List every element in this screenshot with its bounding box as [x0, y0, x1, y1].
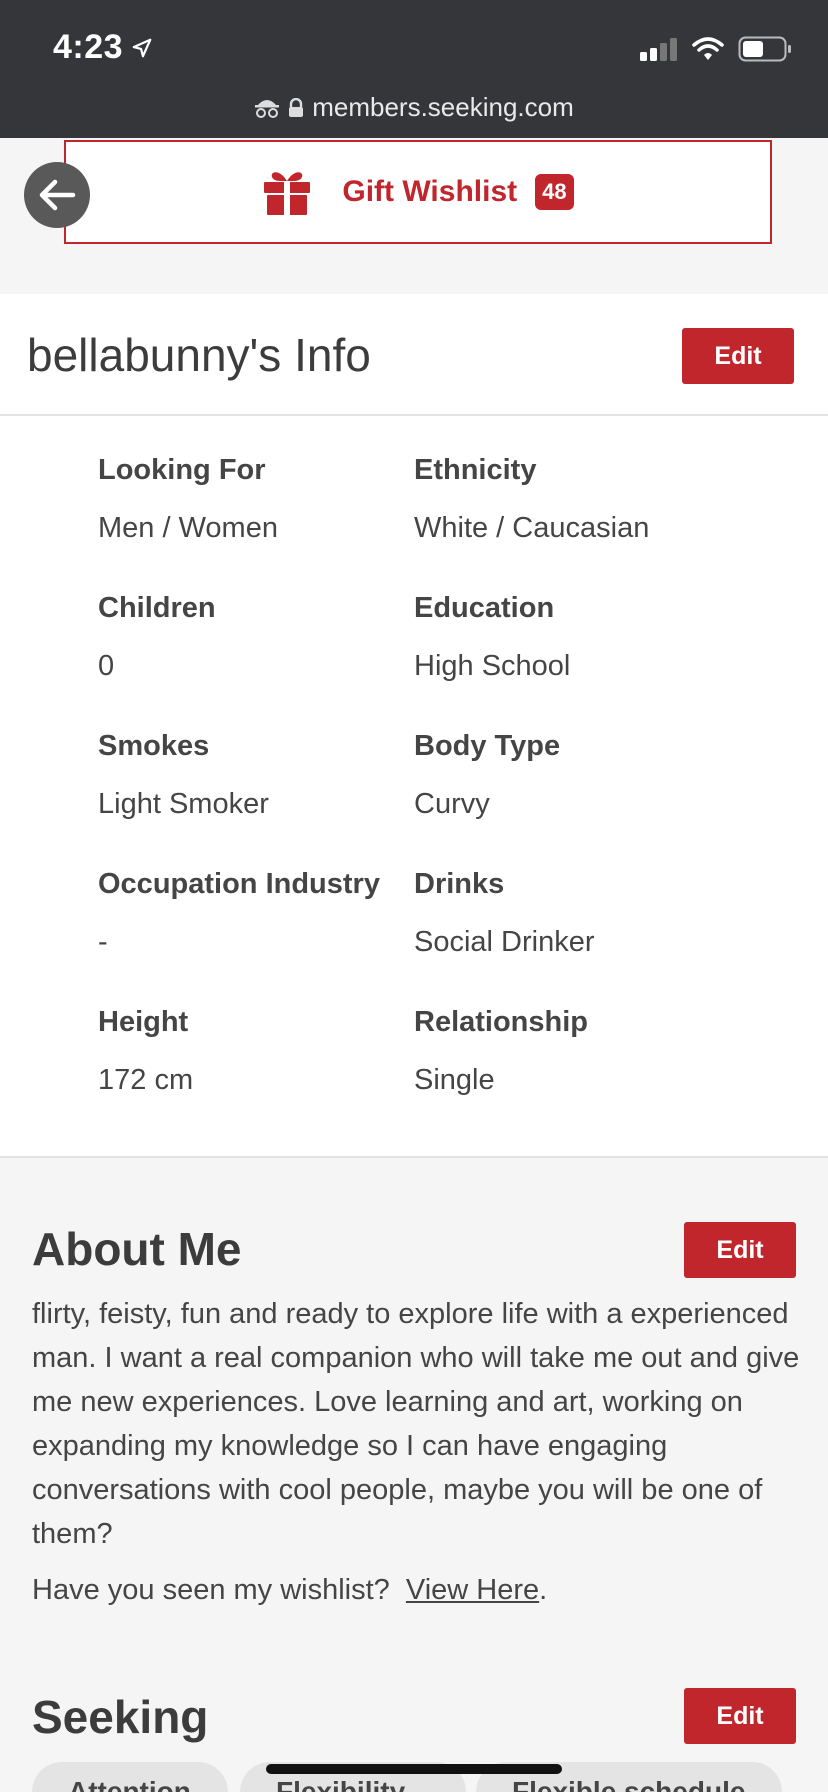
field-label: Smokes [98, 730, 210, 762]
field-looking-for: Looking For Men / Women [98, 452, 414, 590]
field-label: Ethnicity [414, 454, 537, 486]
about-me-text: flirty, feisty, fun and ready to explore… [32, 1298, 800, 1550]
field-value: Social Drinker [414, 926, 595, 958]
field-value: 0 [98, 650, 115, 682]
back-button[interactable] [24, 162, 90, 228]
field-label: Occupation Industry [98, 868, 380, 900]
url-bar[interactable]: members.seeking.com [0, 92, 828, 123]
edit-about-button[interactable]: Edit [684, 1222, 796, 1278]
status-time: 4:23 [53, 28, 153, 67]
field-value: Light Smoker [98, 788, 269, 820]
field-value: High School [414, 650, 571, 682]
wishlist-count-badge: 48 [535, 174, 574, 210]
field-value: 172 cm [98, 1064, 194, 1096]
battery-icon [738, 36, 791, 62]
field-value: Curvy [414, 788, 490, 820]
view-wishlist-link[interactable]: View Here [406, 1574, 539, 1606]
field-label: Looking For [98, 454, 266, 486]
seeking-chip[interactable]: Attention [32, 1762, 228, 1792]
gift-icon [264, 172, 311, 215]
gift-wishlist-button[interactable]: Gift Wishlist 48 [64, 140, 772, 244]
field-value: Men / Women [98, 512, 278, 544]
wishlist-suffix: . [539, 1574, 548, 1606]
browser-chrome: 4:23 members.seeking.com [0, 0, 828, 138]
field-relationship: Relationship Single [414, 1004, 798, 1142]
field-children: Children 0 [98, 590, 414, 728]
field-drinks: Drinks Social Drinker [414, 866, 798, 1004]
field-value: White / Caucasian [414, 512, 650, 544]
field-occupation-industry: Occupation Industry - [98, 866, 414, 1004]
private-browsing-icon [255, 99, 280, 118]
edit-seeking-button[interactable]: Edit [684, 1688, 796, 1744]
field-smokes: Smokes Light Smoker [98, 728, 414, 866]
field-education: Education High School [414, 590, 798, 728]
info-title: bellabunny's Info [27, 329, 371, 381]
field-label: Relationship [414, 1006, 589, 1038]
wifi-icon [692, 37, 724, 60]
field-ethnicity: Ethnicity White / Caucasian [414, 452, 798, 590]
clock-text: 4:23 [53, 28, 124, 66]
wishlist-prompt-line: Have you seen my wishlist? View Here. [32, 1574, 547, 1607]
edit-info-button[interactable]: Edit [682, 328, 794, 384]
about-me-title: About Me [32, 1223, 242, 1275]
wishlist-prompt: Have you seen my wishlist? [32, 1574, 390, 1606]
field-height: Height 172 cm [98, 1004, 414, 1142]
lock-icon [289, 97, 304, 117]
cellular-signal-icon [640, 38, 677, 61]
info-fields-grid: Looking For Men / Women Ethnicity White … [98, 452, 798, 1142]
url-text: members.seeking.com [312, 92, 574, 122]
wishlist-label: Gift Wishlist [342, 175, 518, 208]
profile-info-card: bellabunny's Info Edit Looking For Men /… [0, 294, 828, 1158]
field-label: Body Type [414, 730, 561, 762]
wishlist-area: Gift Wishlist 48 [0, 138, 828, 294]
field-value: - [98, 926, 108, 958]
home-indicator[interactable] [266, 1764, 562, 1774]
location-arrow-icon [132, 38, 152, 57]
info-header: bellabunny's Info Edit [0, 294, 828, 416]
field-body-type: Body Type Curvy [414, 728, 798, 866]
field-label: Education [414, 592, 555, 624]
arrow-left-icon [39, 179, 76, 211]
status-icons [640, 36, 792, 62]
seeking-title: Seeking [32, 1691, 209, 1743]
field-value: Single [414, 1064, 495, 1096]
field-label: Drinks [414, 868, 505, 900]
field-label: Children [98, 592, 216, 624]
field-label: Height [98, 1006, 189, 1038]
